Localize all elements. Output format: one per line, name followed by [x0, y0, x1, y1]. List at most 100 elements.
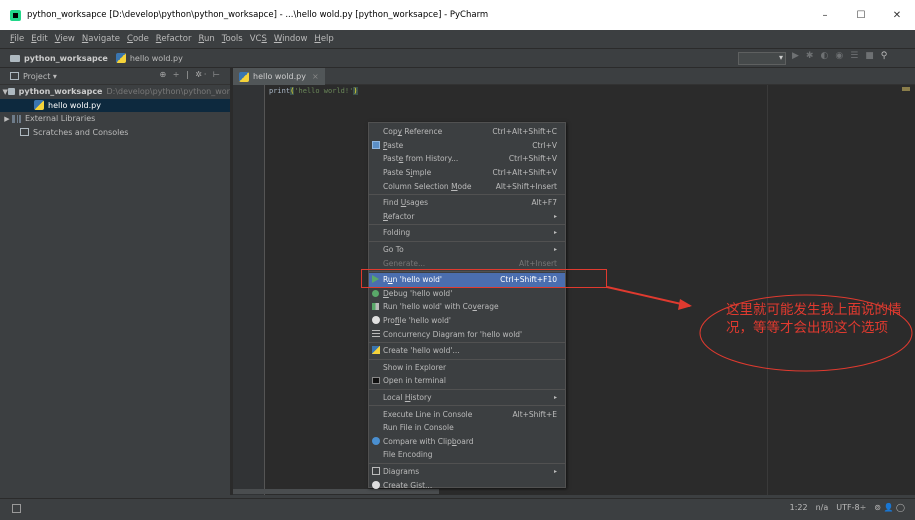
python-icon [371, 346, 380, 355]
close-button[interactable]: ✕ [879, 10, 915, 21]
debug-icon[interactable]: ✱ [806, 51, 814, 61]
project-icon [10, 72, 19, 80]
debug-icon [372, 289, 379, 297]
tree-item-root[interactable]: ▼ python_worksapce D:\develop\python\pyt… [0, 85, 230, 99]
menu-item-execute-line-in-console[interactable]: Execute Line in Console Alt+Shift+E [369, 407, 565, 421]
menu-window[interactable]: Window [274, 34, 308, 44]
run-icon[interactable]: ▶ [792, 51, 799, 61]
menu-run[interactable]: Run [198, 34, 214, 44]
code-line-1: print('hello world!') [269, 87, 358, 95]
menu-item-create-config[interactable]: Create 'hello wold'... [369, 344, 565, 358]
python-file-icon [115, 53, 126, 63]
library-icon [12, 114, 21, 123]
chevron-down-icon: ▾ [778, 53, 783, 62]
menu-item-paste-from-history[interactable]: Paste from History... Ctrl+Shift+V [369, 152, 565, 166]
menu-separator [369, 405, 565, 407]
project-tree: ▼ python_worksapce D:\develop\python\pyt… [0, 85, 230, 495]
menu-item-concurrency-diagram[interactable]: Concurrency Diagram for 'hello wold' [369, 327, 565, 341]
structure-icon[interactable]: ☰ [850, 51, 858, 61]
profile-icon[interactable]: ◉ [835, 51, 843, 61]
menu-separator [369, 462, 565, 464]
tree-item-hello-wold[interactable]: hello wold.py [0, 98, 230, 112]
run-toolbar: ▶ ✱ ◐ ◉ ☰ ■ ⚲ [792, 51, 887, 61]
menu-separator [369, 358, 565, 360]
menu-item-column-selection-mode[interactable]: Column Selection Mode Alt+Shift+Insert [369, 179, 565, 193]
submenu-arrow-icon: ▸ [553, 393, 557, 401]
close-tab-icon[interactable]: × [312, 72, 319, 81]
stop-icon[interactable]: ■ [865, 51, 874, 61]
menu-item-folding[interactable]: Folding ▸ [369, 226, 565, 240]
chevron-right-icon[interactable]: ▶ [2, 115, 12, 123]
project-view-selector[interactable]: Project ▾ [23, 72, 57, 81]
window-title: python_worksapce [D:\develop\python\pyth… [27, 10, 489, 20]
menu-view[interactable]: View [55, 34, 75, 44]
diagram-icon [371, 467, 380, 476]
tab-hello-wold[interactable]: hello wold.py × [233, 68, 325, 85]
menu-vcs[interactable]: VCS [250, 34, 267, 44]
breadcrumb-file[interactable]: hello wold.py [115, 53, 183, 63]
menu-item-show-in-explorer[interactable]: Show in Explorer [369, 361, 565, 375]
menu-item-run-with-coverage[interactable]: Run 'hello wold' with Coverage [369, 300, 565, 314]
python-file-icon [34, 100, 44, 111]
highlight-rectangle [361, 269, 607, 288]
menu-file[interactable]: File [10, 34, 24, 44]
annotation-callout-text: 这里就可能发生我上面说的情况，等等才会出现这个选项 [726, 302, 902, 336]
submenu-arrow-icon: ▸ [553, 229, 557, 237]
search-icon[interactable]: ⚲ [881, 51, 888, 61]
coverage-icon[interactable]: ◐ [820, 51, 828, 61]
menu-item-local-history[interactable]: Local History ▸ [369, 391, 565, 405]
menu-item-find-usages[interactable]: Find Usages Alt+F7 [369, 196, 565, 210]
line-separator[interactable]: n/a [816, 503, 829, 512]
editor-gutter[interactable] [233, 85, 265, 495]
github-icon [371, 480, 380, 489]
menu-refactor[interactable]: Refactor [156, 34, 192, 44]
status-icons[interactable]: ⊚ 👤 ◯ [874, 503, 905, 512]
menu-item-run-file-in-console[interactable]: Run File in Console [369, 421, 565, 435]
menu-item-paste[interactable]: Paste Ctrl+V [369, 139, 565, 153]
pycharm-icon [10, 9, 21, 21]
minimize-button[interactable]: – [807, 10, 843, 21]
folder-icon [10, 54, 20, 62]
menu-separator [369, 193, 565, 195]
menu-bar: File Edit View Navigate Code Refactor Ru… [0, 30, 915, 47]
tool-windows-icon[interactable] [12, 504, 21, 513]
tree-item-external-libraries[interactable]: ▶ External Libraries [0, 112, 230, 126]
menu-help[interactable]: Help [314, 34, 333, 44]
menu-item-file-encoding[interactable]: File Encoding [369, 448, 565, 462]
menu-item-copy-reference[interactable]: Copy Reference Ctrl+Alt+Shift+C [369, 125, 565, 139]
menu-edit[interactable]: Edit [31, 34, 47, 44]
navigation-bar: python_worksapce hello wold.py ▾ ▶ ✱ ◐ ◉… [0, 48, 915, 68]
menu-tools[interactable]: Tools [222, 34, 243, 44]
menu-item-debug[interactable]: Debug 'hello wold' [369, 287, 565, 301]
tree-item-scratches[interactable]: Scratches and Consoles [0, 126, 230, 140]
scratches-icon [20, 128, 29, 137]
caret-position[interactable]: 1:22 [790, 503, 808, 512]
menu-item-diagrams[interactable]: Diagrams ▸ [369, 465, 565, 479]
menu-item-refactor[interactable]: Refactor ▸ [369, 210, 565, 224]
run-configuration-select[interactable]: ▾ [738, 52, 786, 65]
menu-code[interactable]: Code [127, 34, 149, 44]
menu-separator [369, 388, 565, 390]
profile-icon [371, 316, 380, 325]
project-pane-header: Project ▾ ⊕ ÷ | ✲· ⊢ [0, 68, 230, 85]
menu-item-generate[interactable]: Generate... Alt+Insert [369, 256, 565, 270]
menu-item-profile[interactable]: Profile 'hello wold' [369, 314, 565, 328]
submenu-arrow-icon: ▸ [553, 246, 557, 254]
menu-item-compare-with-clipboard[interactable]: Compare with Clipboard [369, 434, 565, 448]
breadcrumb-project[interactable]: python_worksapce [10, 54, 108, 63]
inspection-marker[interactable] [902, 87, 910, 91]
context-menu: Copy Reference Ctrl+Alt+Shift+C Paste Ct… [368, 122, 566, 490]
menu-item-paste-simple[interactable]: Paste Simple Ctrl+Alt+Shift+V [369, 166, 565, 180]
menu-separator [369, 341, 565, 343]
menu-item-create-gist[interactable]: Create Gist... [369, 478, 565, 492]
menu-item-go-to[interactable]: Go To ▸ [369, 243, 565, 257]
editor-tabs: hello wold.py × [233, 68, 915, 85]
maximize-button[interactable]: ☐ [843, 10, 879, 21]
menu-navigate[interactable]: Navigate [82, 34, 120, 44]
terminal-icon [371, 377, 380, 385]
project-pane-toolbar[interactable]: ⊕ ÷ | ✲· ⊢ [160, 70, 223, 79]
compare-icon [371, 436, 380, 445]
file-encoding[interactable]: UTF-8÷ [836, 503, 866, 512]
menu-item-open-in-terminal[interactable]: Open in terminal [369, 374, 565, 388]
code-editor[interactable]: print('hello world!') [233, 85, 915, 495]
